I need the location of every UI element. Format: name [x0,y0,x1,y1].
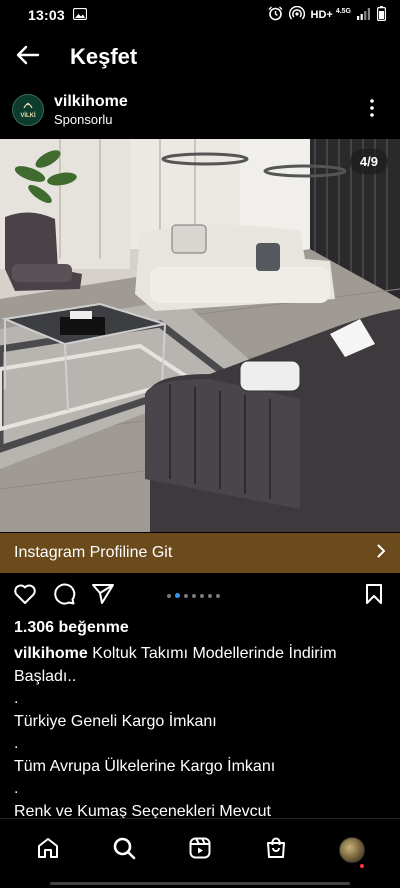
network-label: HD+ [310,9,333,21]
action-bar [0,580,400,612]
like-button[interactable] [13,584,37,608]
carousel-dot-active [175,593,180,598]
reels-icon [188,836,212,865]
carousel-dot [192,593,196,598]
more-vertical-icon [370,98,374,122]
media-counter: 4/9 [349,149,388,174]
profile-cta-button[interactable]: Instagram Profiline Git [0,533,400,573]
carousel-dot [184,593,188,598]
carousel-dot [167,593,171,598]
more-options-button[interactable] [362,95,382,125]
caption-main: vilkihome Koltuk Takımı Modellerinde İnd… [14,643,386,688]
post-meta: vilkihome Sponsorlu [54,92,128,128]
caption-line: Tüm Avrupa Ülkelerine Kargo İmkanı [14,757,276,775]
arrow-left-icon [16,45,40,70]
post-header: VİLKİ vilkihome Sponsorlu [0,88,400,132]
post-username[interactable]: vilkihome [54,92,128,111]
caption-line: Türkiye Geneli Kargo İmkanı [14,712,217,730]
search-icon [112,836,136,865]
avatar[interactable]: VİLKİ [12,94,44,126]
comment-icon [52,582,76,611]
hotspot-icon [288,5,305,24]
avatar-text: VİLKİ [20,113,36,119]
bookmark-icon [365,583,383,610]
logo-mark-icon [23,102,33,109]
caption-container: vilkihome Koltuk Takımı Modellerinde İnd… [0,643,400,818]
caption-line: . [14,780,19,797]
shop-icon [264,836,288,865]
carousel-dot [208,593,212,598]
battery-icon [377,6,387,24]
carousel-dot [216,593,220,598]
carousel-dot [200,593,204,598]
top-header: Keşfet [0,36,400,78]
heart-icon [13,583,37,610]
status-bar: 13:03 HD+ 4.5G [0,0,400,30]
sponsored-label: Sponsorlu [54,112,113,127]
caption[interactable]: vilkihome Koltuk Takımı Modellerinde İnd… [14,643,386,818]
chevron-right-icon [377,544,386,563]
home-icon [36,836,60,865]
network-type: 4.5G [335,7,351,15]
post-media[interactable]: 4/9 [0,139,400,532]
alarm-icon [268,6,283,24]
status-time: 13:03 [28,7,65,23]
image-icon [72,7,87,23]
cta-label: Instagram Profiline Git [14,544,173,561]
caption-line: . [14,735,19,752]
save-button[interactable] [362,583,386,610]
caption-line: Renk ve Kumaş Seçenekleri Mevcut [14,802,271,819]
bottom-navigation [0,818,400,888]
avatar-logo: VİLKİ [20,100,36,120]
caption-username[interactable]: vilkihome [14,645,88,662]
nav-profile[interactable] [332,830,372,870]
nav-shop[interactable] [256,830,296,870]
caption-line: . [14,690,19,707]
back-button[interactable] [0,36,56,78]
nav-search[interactable] [104,830,144,870]
profile-avatar [339,837,365,863]
nav-reels[interactable] [180,830,220,870]
notification-dot [360,864,364,868]
like-count[interactable]: 1.306 beğenme [14,619,129,637]
carousel-indicator [167,593,220,598]
living-room-photo [0,139,400,532]
gesture-bar [50,882,350,885]
page-title: Keşfet [70,44,138,69]
signal-icon [357,7,371,23]
send-icon [91,583,115,610]
share-button[interactable] [91,583,115,610]
nav-home[interactable] [28,830,68,870]
comment-button[interactable] [52,582,76,611]
